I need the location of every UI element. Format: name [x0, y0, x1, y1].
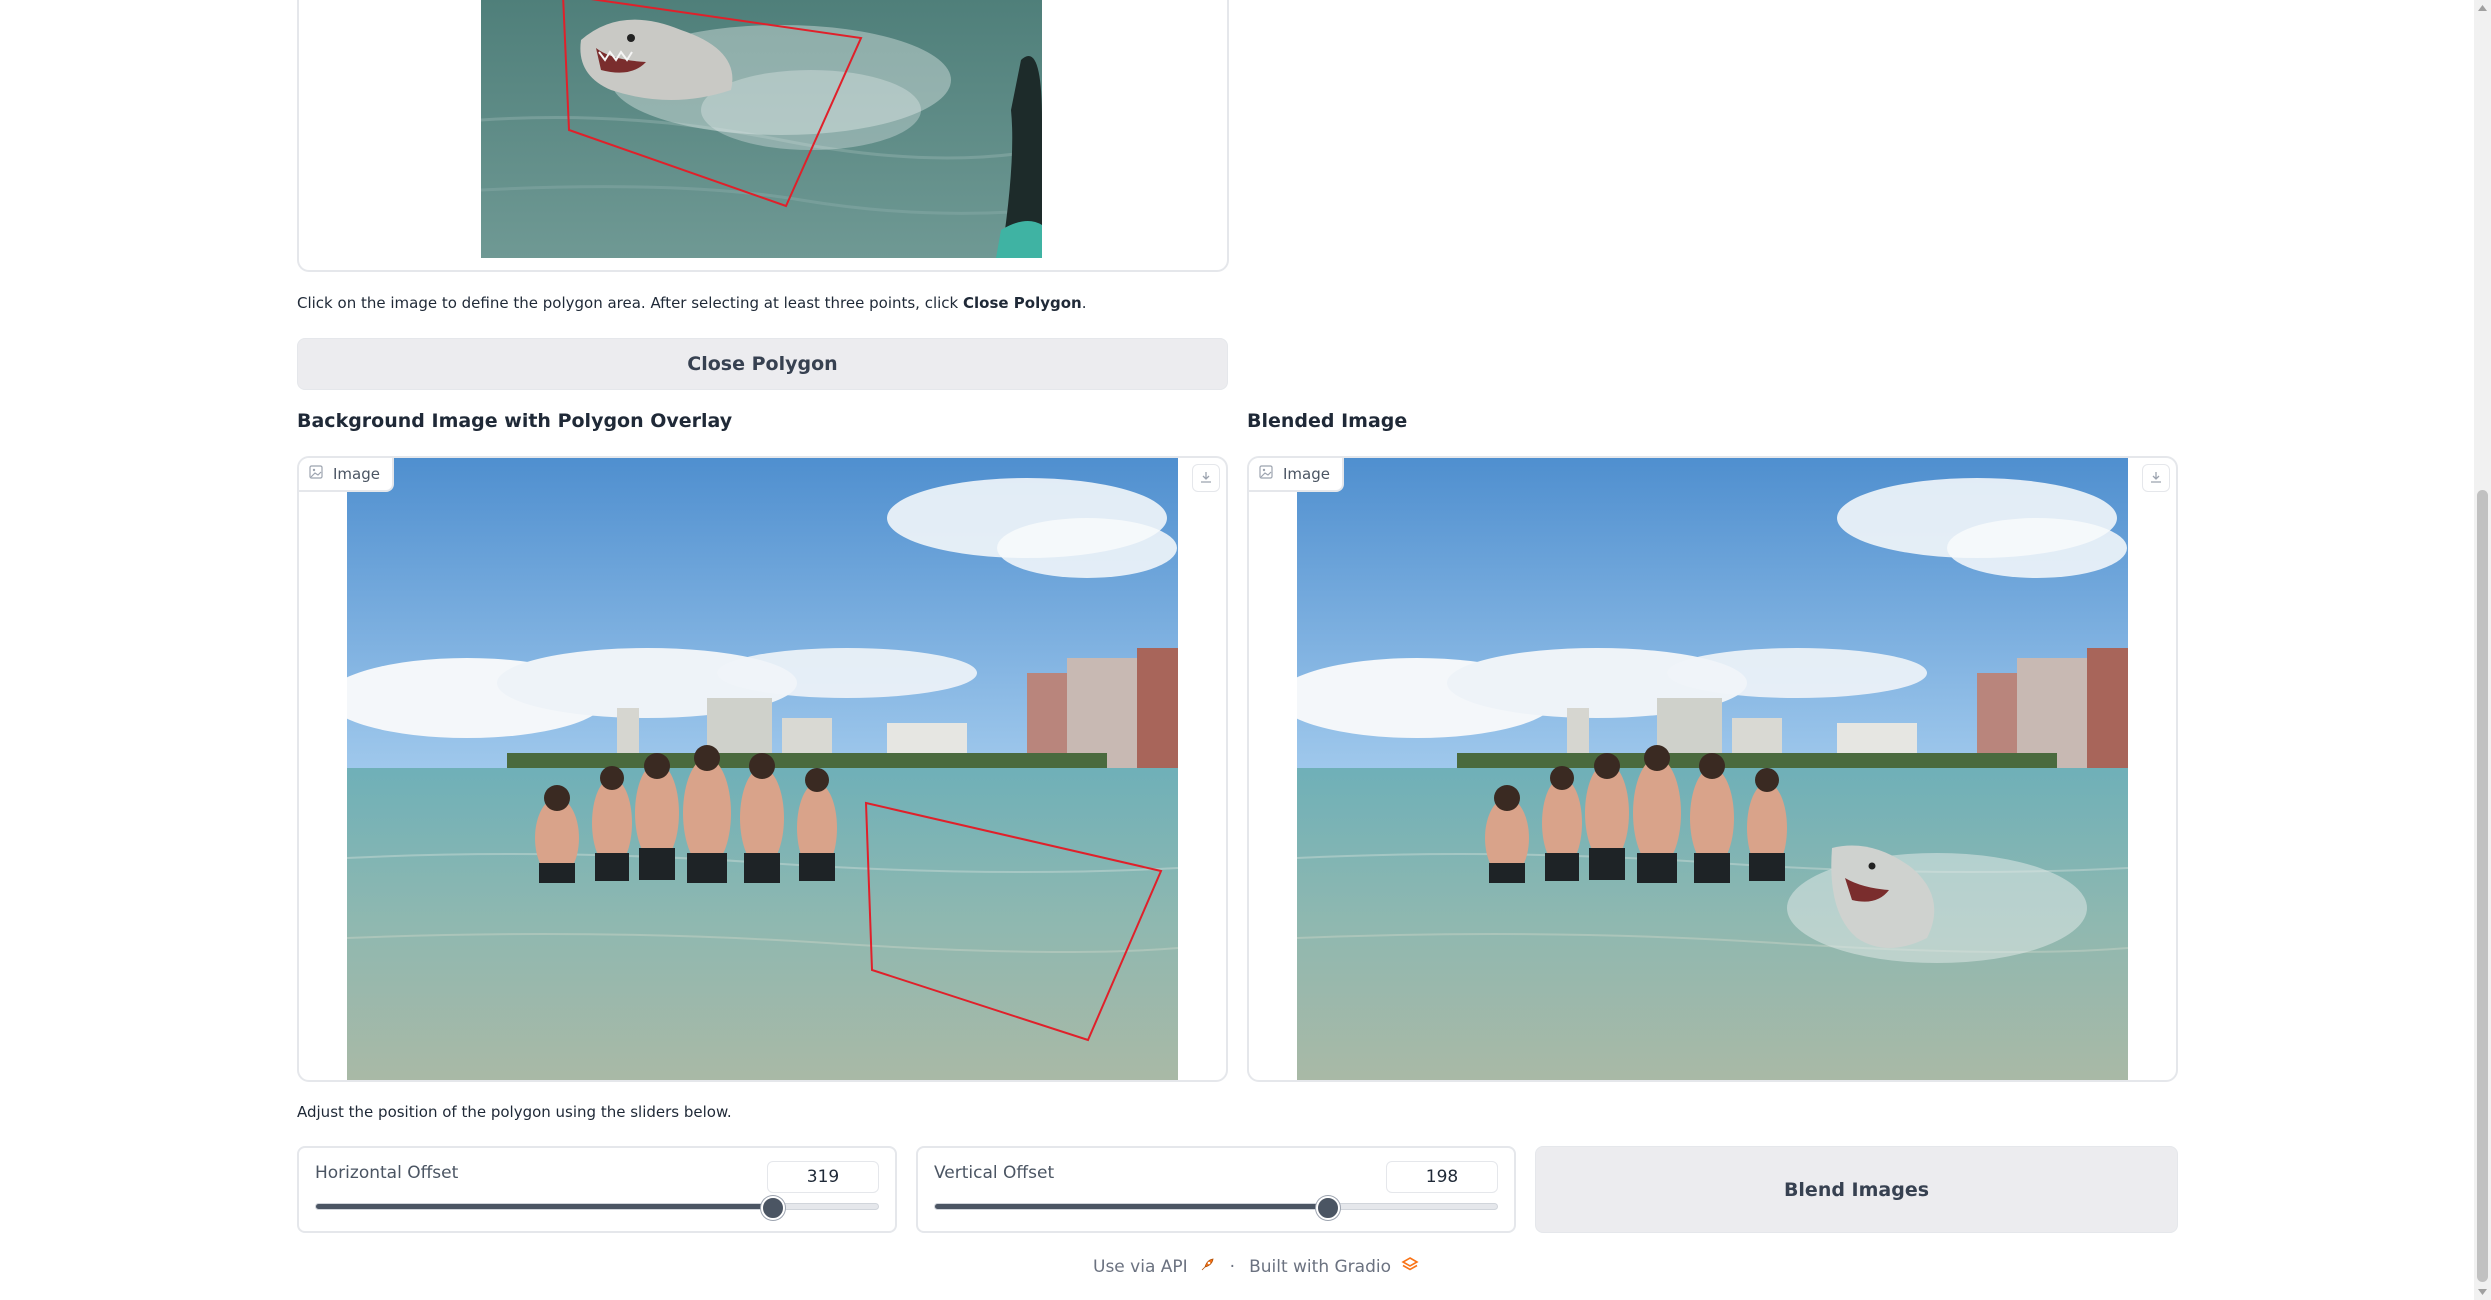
background-image-panel: Image [297, 456, 1228, 1082]
slider-instructions: Adjust the position of the polygon using… [297, 1103, 732, 1121]
vertical-offset-fill [935, 1204, 1326, 1209]
blended-image[interactable] [1297, 458, 2128, 1080]
horizontal-offset-thumb[interactable] [761, 1196, 786, 1220]
blended-panel-title: Blended Image [1247, 410, 1408, 432]
vertical-offset-slider: Vertical Offset 198 [916, 1146, 1516, 1233]
built-with-gradio-link[interactable]: Built with Gradio [1249, 1257, 1391, 1277]
rocket-icon [1198, 1256, 1216, 1279]
horizontal-offset-input[interactable]: 319 [767, 1161, 879, 1193]
source-image-block [297, 0, 1229, 272]
download-icon [1199, 469, 1213, 488]
page-scrollbar[interactable] [2474, 0, 2491, 1300]
download-background-button[interactable] [1192, 464, 1220, 492]
background-image-label-text: Image [333, 465, 380, 483]
gradio-logo-icon [1401, 1256, 1419, 1279]
vertical-offset-thumb[interactable] [1315, 1196, 1340, 1220]
vertical-offset-label: Vertical Offset [934, 1163, 1055, 1183]
footer-separator: · [1229, 1257, 1236, 1277]
background-image-label: Image [299, 458, 394, 492]
vertical-offset-input[interactable]: 198 [1386, 1161, 1498, 1193]
instructions-text: Click on the image to define the polygon… [297, 294, 964, 312]
polygon-instructions: Click on the image to define the polygon… [297, 294, 1197, 316]
horizontal-offset-slider: Horizontal Offset 319 [297, 1146, 897, 1233]
scroll-up-arrow[interactable] [2477, 2, 2488, 14]
blend-images-button[interactable]: Blend Images [1535, 1146, 2178, 1233]
download-blended-button[interactable] [2142, 464, 2170, 492]
vertical-offset-track[interactable] [934, 1196, 1498, 1220]
shark-image[interactable] [481, 0, 1042, 258]
scroll-down-arrow[interactable] [2477, 1286, 2488, 1298]
scroll-thumb[interactable] [2477, 490, 2488, 1282]
download-icon [2149, 469, 2163, 488]
horizontal-offset-fill [316, 1204, 772, 1209]
background-image[interactable] [347, 458, 1178, 1080]
close-polygon-button[interactable]: Close Polygon [297, 338, 1228, 390]
image-icon [309, 465, 323, 483]
use-via-api-link[interactable]: Use via API [1093, 1257, 1188, 1277]
blended-image-label-text: Image [1283, 465, 1330, 483]
blended-image-panel: Image [1247, 456, 2178, 1082]
instructions-suffix: . [1081, 294, 1087, 312]
footer: Use via API · Built with Gradio [1093, 1255, 1419, 1279]
horizontal-offset-track[interactable] [315, 1196, 879, 1220]
horizontal-offset-label: Horizontal Offset [315, 1163, 459, 1183]
background-panel-title: Background Image with Polygon Overlay [297, 410, 733, 432]
image-icon [1259, 465, 1273, 483]
instructions-bold: Close Polygon [963, 294, 1082, 312]
blended-image-label: Image [1249, 458, 1344, 492]
